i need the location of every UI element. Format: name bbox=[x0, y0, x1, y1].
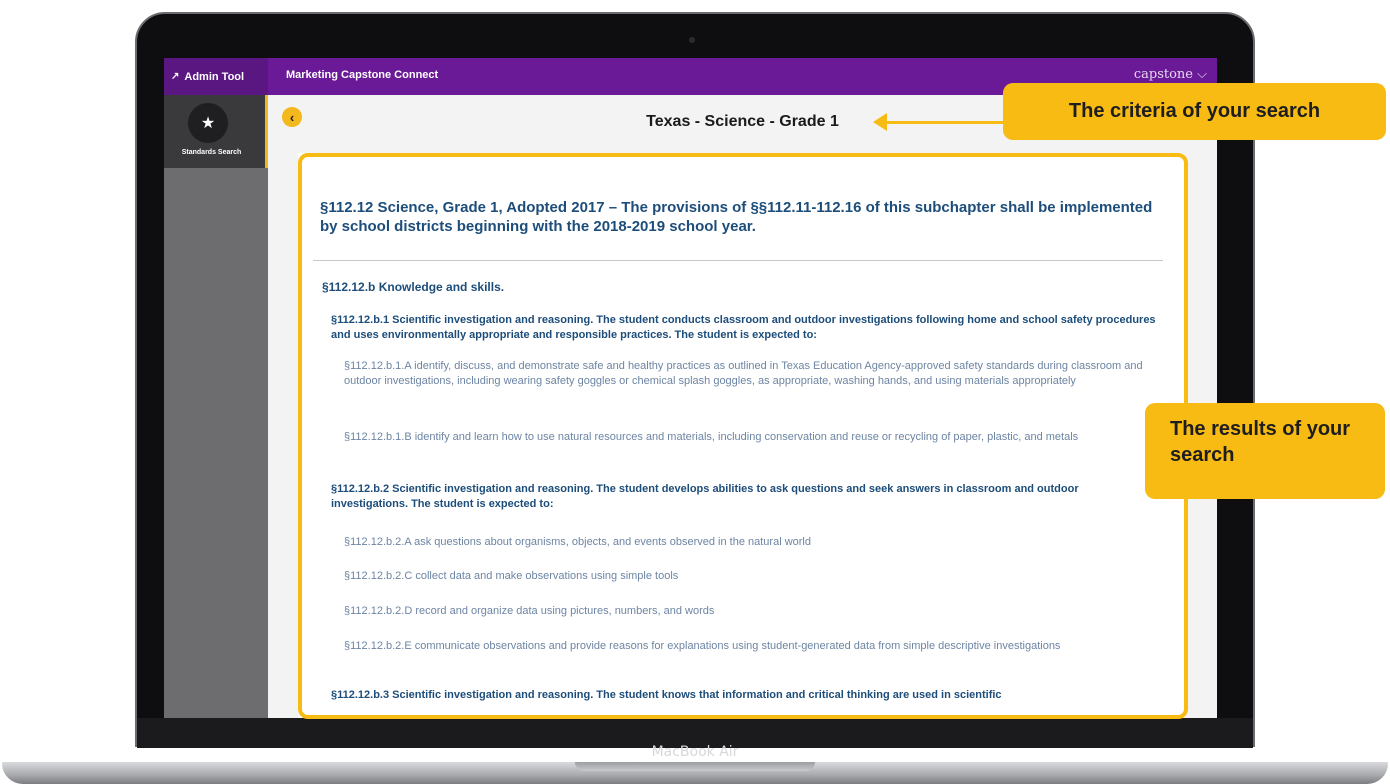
admin-tool-label: Admin Tool bbox=[184, 70, 245, 83]
results-highlight bbox=[298, 153, 1188, 719]
app-title: Marketing Capstone Connect bbox=[286, 69, 439, 81]
brand-name: capstone bbox=[1133, 67, 1193, 82]
sidebar-item-label: Standards Search bbox=[181, 149, 242, 156]
arrow-head-icon bbox=[873, 113, 887, 131]
device-label: MacBook Air bbox=[651, 744, 739, 760]
admin-tool-button[interactable]: ↗ Admin Tool bbox=[164, 58, 268, 95]
chevron-down-icon: ⌵ bbox=[1197, 67, 1207, 82]
promo-stage: ↗ Admin Tool Marketing Capstone Connect … bbox=[0, 0, 1390, 784]
sidebar: ★ Standards Search bbox=[164, 95, 268, 718]
camera-icon bbox=[689, 37, 695, 43]
chart-icon: ↗ bbox=[171, 71, 180, 82]
laptop-notch bbox=[575, 762, 815, 771]
star-search-icon: ★ bbox=[188, 103, 228, 143]
results-callout: The results of your search bbox=[1145, 403, 1385, 499]
brand-logo[interactable]: capstone ⌵ bbox=[1134, 67, 1207, 82]
criteria-callout: The criteria of your search bbox=[1003, 83, 1386, 140]
arrow-icon bbox=[884, 121, 1004, 124]
sidebar-item-standards-search[interactable]: ★ Standards Search bbox=[164, 95, 268, 168]
